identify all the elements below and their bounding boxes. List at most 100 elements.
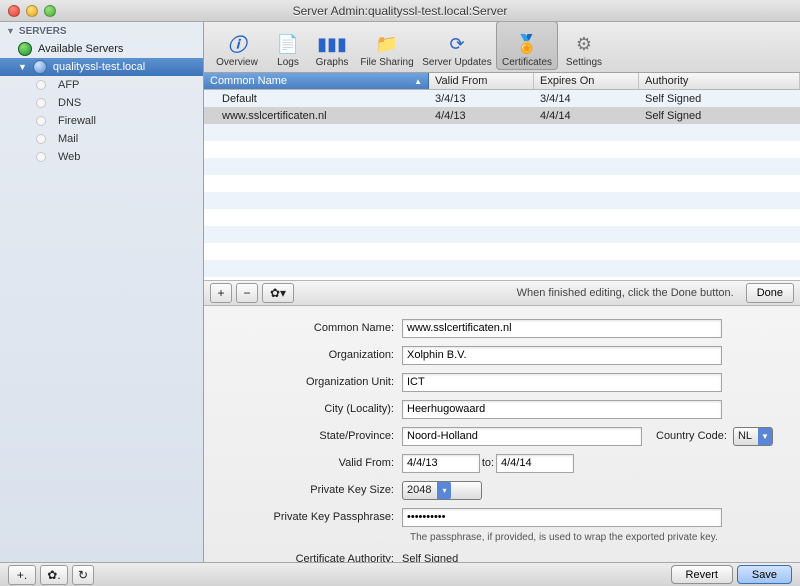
disclosure-triangle-icon[interactable]: ▼	[6, 26, 15, 36]
cell-valid-from: 4/4/13	[429, 110, 534, 122]
toolbar-label: File Sharing	[360, 57, 413, 68]
table-action-bar: + − ✿▾ When finished editing, click the …	[204, 280, 800, 306]
window-zoom-button[interactable]	[44, 5, 56, 17]
select-value: NL	[738, 430, 752, 442]
sidebar-item-available-servers[interactable]: Available Servers	[0, 40, 203, 58]
sidebar-item-service-dns[interactable]: DNS	[0, 94, 203, 112]
toolbar-btn-certificates[interactable]: 🏅Certificates	[496, 21, 558, 70]
sidebar-item-label: Firewall	[58, 115, 96, 127]
done-button[interactable]: Done	[746, 283, 794, 303]
certificate-icon: 🏅	[513, 31, 541, 57]
plus-icon: +	[217, 286, 224, 300]
toolbar-label: Logs	[277, 57, 299, 68]
cert-table-header: Common Name ▲ Valid From Expires On Autho…	[204, 73, 800, 90]
table-row	[204, 158, 800, 175]
input-passphrase[interactable]	[402, 508, 722, 527]
table-row	[204, 141, 800, 158]
column-expires-on[interactable]: Expires On	[534, 73, 639, 89]
toolbar-btn-settings[interactable]: ⚙Settings	[558, 21, 610, 70]
sidebar-item-service-web[interactable]: Web	[0, 148, 203, 166]
cell-common-name: Default	[204, 93, 429, 105]
cell-authority: Self Signed	[639, 93, 800, 105]
label-passphrase: Private Key Passphrase:	[222, 511, 402, 523]
toolbar-label: Graphs	[316, 57, 349, 68]
sort-ascending-icon: ▲	[414, 77, 422, 86]
sidebar-item-service-afp[interactable]: AFP	[0, 76, 203, 94]
gear-icon: ✿▾	[270, 286, 286, 300]
toolbar-btn-overview[interactable]: ⓘOverview	[206, 21, 268, 70]
window-close-button[interactable]	[8, 5, 20, 17]
status-led-icon	[36, 116, 46, 126]
label-city: City (Locality):	[222, 403, 402, 415]
input-valid-from[interactable]	[402, 454, 480, 473]
window-bottom-bar: +. ✿. ↻ Revert Save	[0, 562, 800, 586]
input-common-name[interactable]	[402, 319, 722, 338]
label-state: State/Province:	[222, 430, 402, 442]
input-state[interactable]	[402, 427, 642, 446]
sidebar: ▼ SERVERS Available Servers ▼ qualityssl…	[0, 22, 204, 562]
label-cert-authority: Certificate Authority:	[222, 553, 402, 562]
chevron-down-icon: ▼	[758, 428, 772, 445]
status-led-icon	[36, 98, 46, 108]
save-button[interactable]: Save	[737, 565, 792, 584]
refresh-icon: ↻	[78, 568, 88, 582]
info-icon: ⓘ	[223, 31, 251, 57]
add-button[interactable]: +	[210, 283, 232, 303]
passphrase-note: The passphrase, if provided, is used to …	[410, 532, 782, 543]
input-city[interactable]	[402, 400, 722, 419]
sidebar-item-service-mail[interactable]: Mail	[0, 130, 203, 148]
column-label: Expires On	[540, 75, 594, 87]
toolbar-btn-server-updates[interactable]: ⟳Server Updates	[418, 21, 496, 70]
label-private-key-size: Private Key Size:	[222, 484, 402, 496]
column-authority[interactable]: Authority	[639, 73, 800, 89]
input-valid-to[interactable]	[496, 454, 574, 473]
window-title: Server Admin:qualityssl-test.local:Serve…	[0, 4, 800, 18]
value-cert-authority: Self Signed	[402, 553, 458, 562]
cell-authority: Self Signed	[639, 110, 800, 122]
window-minimize-button[interactable]	[26, 5, 38, 17]
status-led-icon	[36, 80, 46, 90]
sidebar-item-label: Web	[58, 151, 80, 163]
add-server-button[interactable]: +.	[8, 565, 36, 585]
table-row[interactable]: www.sslcertificaten.nl 4/4/13 4/4/14 Sel…	[204, 107, 800, 124]
table-row[interactable]: Default 3/4/13 3/4/14 Self Signed	[204, 90, 800, 107]
column-label: Valid From	[435, 75, 487, 87]
label-organization: Organization:	[222, 349, 402, 361]
cell-common-name: www.sslcertificaten.nl	[204, 110, 429, 122]
column-valid-from[interactable]: Valid From	[429, 73, 534, 89]
label-to: to:	[480, 457, 496, 469]
toolbar-btn-file-sharing[interactable]: 📁File Sharing	[356, 21, 418, 70]
action-menu-button[interactable]: ✿▾	[262, 283, 294, 303]
chevron-updown-icon: ▾	[437, 482, 451, 499]
action-menu-button[interactable]: ✿.	[40, 565, 68, 585]
toolbar-label: Certificates	[502, 57, 552, 68]
disclosure-triangle-icon[interactable]: ▼	[18, 62, 27, 72]
refresh-button[interactable]: ↻	[72, 565, 94, 585]
select-private-key-size[interactable]: 2048▾	[402, 481, 482, 500]
table-row	[204, 209, 800, 226]
table-row	[204, 243, 800, 260]
gear-icon: ⚙	[570, 31, 598, 57]
sidebar-item-label: qualityssl-test.local	[53, 61, 145, 73]
toolbar-btn-logs[interactable]: 📄Logs	[268, 21, 308, 70]
label-common-name: Common Name:	[222, 322, 402, 334]
sidebar-item-server-selected[interactable]: ▼ qualityssl-test.local	[0, 58, 203, 76]
label-country-code: Country Code:	[656, 430, 733, 442]
sidebar-section-label: SERVERS	[19, 26, 67, 37]
input-organization[interactable]	[402, 346, 722, 365]
sidebar-section-header[interactable]: ▼ SERVERS	[0, 22, 203, 40]
toolbar-btn-graphs[interactable]: ▮▮▮Graphs	[308, 21, 356, 70]
bar-chart-icon: ▮▮▮	[318, 31, 346, 57]
column-common-name[interactable]: Common Name ▲	[204, 73, 429, 89]
input-organization-unit[interactable]	[402, 373, 722, 392]
sidebar-item-label: Available Servers	[38, 43, 123, 55]
column-label: Common Name	[210, 75, 287, 87]
sidebar-item-service-firewall[interactable]: Firewall	[0, 112, 203, 130]
table-row	[204, 124, 800, 141]
remove-button[interactable]: −	[236, 283, 258, 303]
revert-button[interactable]: Revert	[671, 565, 733, 584]
select-country-code[interactable]: NL ▼	[733, 427, 773, 446]
window-titlebar: Server Admin:qualityssl-test.local:Serve…	[0, 0, 800, 22]
main-toolbar: ⓘOverview 📄Logs ▮▮▮Graphs 📁File Sharing …	[204, 22, 800, 73]
folder-share-icon: 📁	[373, 31, 401, 57]
